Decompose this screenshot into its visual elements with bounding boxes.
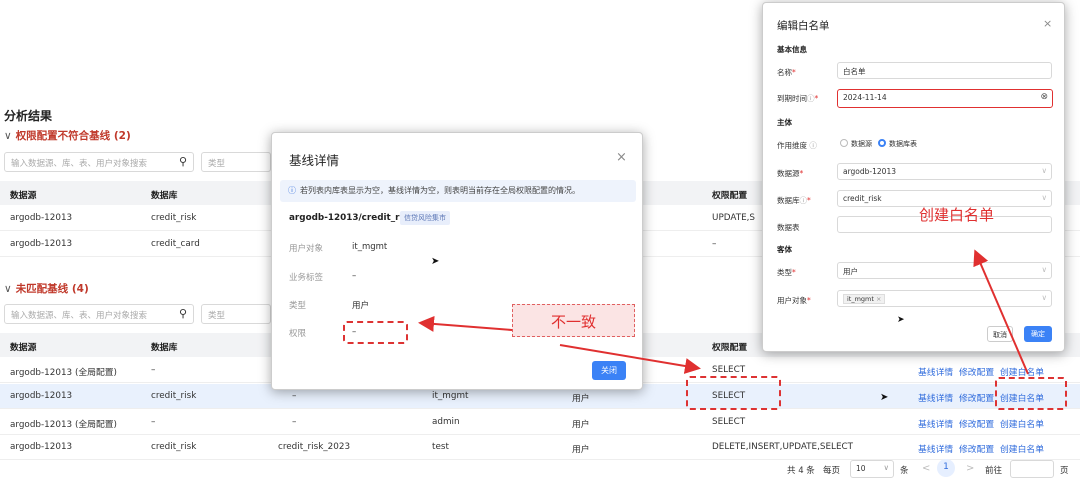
cursor-icon: ➤ bbox=[431, 256, 440, 267]
annotation-arrows bbox=[418, 249, 1029, 375]
cursor-icon: ➤ bbox=[880, 392, 889, 403]
arrow-to-whitelist bbox=[973, 249, 1029, 375]
cursor-icon: ➤ bbox=[897, 315, 905, 325]
arrow-to-select bbox=[559, 344, 701, 374]
arrow-to-modal-perm bbox=[418, 315, 513, 332]
